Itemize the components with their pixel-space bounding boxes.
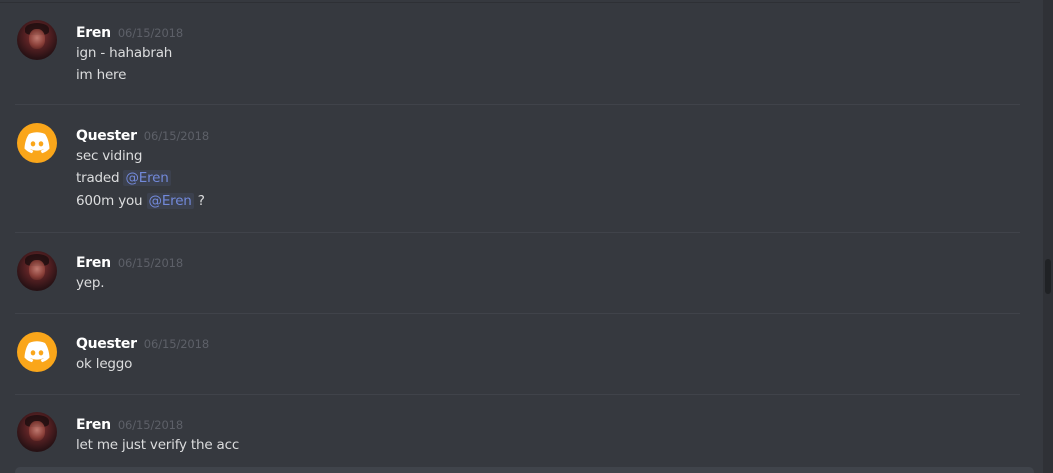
message-text: ok leggo <box>76 356 133 372</box>
message-text: sec viding <box>76 148 143 164</box>
message-group: Quester 06/15/2018 ok leggo <box>15 314 1020 395</box>
message-text-prefix: traded <box>76 170 124 186</box>
message-group: Eren 06/15/2018 let me just verify the a… <box>15 395 1020 473</box>
message-text: traded @Eren <box>76 170 171 186</box>
scrollbar-thumb[interactable] <box>1045 259 1051 294</box>
message-header: Quester 06/15/2018 <box>76 333 209 352</box>
timestamp: 06/15/2018 <box>143 337 210 351</box>
message-text: ign - hahabrah <box>76 45 173 61</box>
message-text: let me just verify the acc <box>76 437 240 453</box>
quester-avatar[interactable] <box>17 123 57 163</box>
username[interactable]: Quester <box>76 128 137 144</box>
username[interactable]: Eren <box>76 417 111 433</box>
message-header: Eren 06/15/2018 <box>76 22 183 41</box>
message-text: im here <box>76 67 127 83</box>
message-input-box[interactable] <box>15 467 1034 473</box>
username[interactable]: Quester <box>76 336 137 352</box>
message-text-suffix: ? <box>193 193 205 209</box>
eren-avatar[interactable] <box>17 251 57 291</box>
discord-logo-icon <box>24 341 50 363</box>
message-text-prefix: 600m you <box>76 193 147 209</box>
scrollbar-track[interactable] <box>1043 0 1053 473</box>
user-mention[interactable]: @Eren <box>123 170 171 186</box>
user-mention[interactable]: @Eren <box>146 193 194 209</box>
discord-logo-icon <box>24 132 50 154</box>
message-header: Eren 06/15/2018 <box>76 414 183 433</box>
timestamp: 06/15/2018 <box>117 256 184 270</box>
timestamp: 06/15/2018 <box>143 129 210 143</box>
eren-avatar[interactable] <box>17 412 57 452</box>
eren-avatar[interactable] <box>17 20 57 60</box>
chat-window: Eren 06/15/2018 ign - hahabrah im here Q… <box>0 0 1053 473</box>
username[interactable]: Eren <box>76 25 111 41</box>
message-list: Eren 06/15/2018 ign - hahabrah im here Q… <box>0 0 1040 473</box>
message-group: Quester 06/15/2018 sec viding traded @Er… <box>15 105 1020 233</box>
avatar-face <box>29 260 45 280</box>
message-text: 600m you @Eren ? <box>76 193 205 209</box>
timestamp: 06/15/2018 <box>117 418 184 432</box>
message-group: Eren 06/15/2018 ign - hahabrah im here <box>15 0 1020 105</box>
avatar-face <box>29 421 45 441</box>
message-text: yep. <box>76 275 105 291</box>
avatar-face <box>29 29 45 49</box>
message-group: Eren 06/15/2018 yep. <box>15 233 1020 314</box>
quester-avatar[interactable] <box>17 332 57 372</box>
message-header: Eren 06/15/2018 <box>76 252 183 271</box>
username[interactable]: Eren <box>76 255 111 271</box>
message-header: Quester 06/15/2018 <box>76 125 209 144</box>
timestamp: 06/15/2018 <box>117 26 184 40</box>
